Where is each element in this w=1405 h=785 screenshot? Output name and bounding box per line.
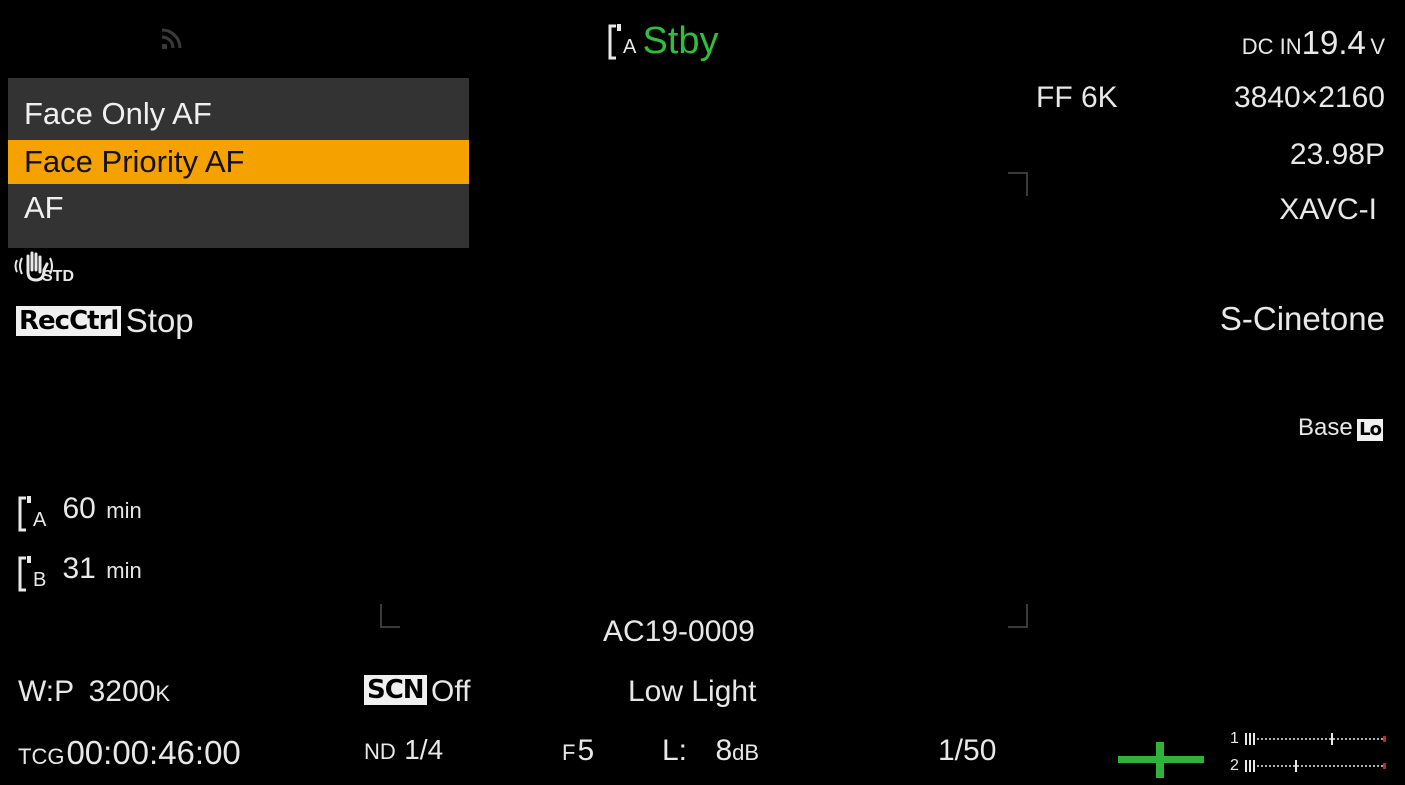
nd-value: 1/4 xyxy=(404,734,444,765)
media-slot-icon: A xyxy=(608,22,638,60)
frame-marker-top-right xyxy=(1008,172,1028,196)
scene-file: SCN Off xyxy=(364,675,471,709)
gain-unit: dB xyxy=(732,740,760,765)
resolution: 3840×2160 xyxy=(1234,81,1385,114)
horizon-level-icon xyxy=(1116,740,1206,785)
power-unit: V xyxy=(1370,34,1385,59)
base-iso: Base Lo xyxy=(1298,414,1383,442)
menu-item-face-only-af[interactable]: Face Only AF xyxy=(8,92,469,136)
menu-item-face-priority-af[interactable]: Face Priority AF xyxy=(8,140,469,184)
media-a-value: 60 xyxy=(62,492,96,525)
gain: L: 8dB xyxy=(662,734,759,768)
menu-item-af[interactable]: AF xyxy=(8,186,469,230)
media-slot-a-icon: A xyxy=(18,495,48,533)
picture-look: S-Cinetone xyxy=(1219,300,1385,337)
gain-value: 8 xyxy=(715,734,733,767)
audio-ch2-bar xyxy=(1245,759,1387,772)
codec: XAVC-I xyxy=(1279,193,1377,226)
rec-ctrl-badge: RecCtrl xyxy=(16,306,122,336)
audio-ch1-label: 1 xyxy=(1230,730,1239,747)
af-mode-menu: Face Only AF Face Priority AF AF xyxy=(8,78,469,248)
media-b-unit: min xyxy=(106,558,142,583)
scene-badge: SCN xyxy=(364,675,427,705)
rec-ctrl-status: RecCtrl Stop xyxy=(16,302,194,340)
timecode-label: TCG xyxy=(18,744,65,769)
base-iso-label: Base xyxy=(1298,414,1353,441)
shutter: 1/50 xyxy=(938,734,997,767)
status-indicator: A Stby xyxy=(608,20,719,63)
audio-ch1-bar xyxy=(1245,732,1387,745)
iris-label: F xyxy=(562,740,576,765)
power-value: 19.4 xyxy=(1301,24,1366,61)
base-iso-badge: Lo xyxy=(1357,419,1383,441)
frame-marker-bottom-right xyxy=(1008,604,1028,628)
scene-mode: Low Light xyxy=(628,675,757,708)
media-b-value: 31 xyxy=(62,552,96,585)
gain-label: L: xyxy=(662,734,688,767)
audio-meter-ch2: 2 xyxy=(1230,757,1388,775)
timecode-value: 00:00:46:00 xyxy=(66,734,241,771)
timecode: TCG00:00:46:00 xyxy=(18,734,241,772)
white-balance-label: W:P xyxy=(18,675,75,708)
power-label: DC IN xyxy=(1241,34,1302,59)
media-b-remaining: B 31 min xyxy=(18,552,142,593)
wifi-signal-icon xyxy=(160,26,186,55)
nd-label: ND xyxy=(364,739,396,764)
hand-shake-icon: STD xyxy=(14,250,84,293)
media-slot-b-letter: B xyxy=(33,568,47,591)
rec-ctrl-value: Stop xyxy=(125,302,194,339)
nd-filter: ND 1/4 xyxy=(364,734,443,766)
media-slot-a-letter: A xyxy=(33,508,47,531)
frame-marker-bottom-left xyxy=(380,604,400,628)
audio-meter-ch1: 1 xyxy=(1230,730,1388,748)
scene-value: Off xyxy=(431,675,471,708)
power-indicator: DC IN19.4 V xyxy=(1242,24,1385,62)
white-balance-unit: K xyxy=(155,681,171,706)
media-slot-letter: A xyxy=(623,36,637,58)
media-a-unit: min xyxy=(106,498,142,523)
media-a-remaining: A 60 min xyxy=(18,492,142,533)
white-balance-value: 3200 xyxy=(88,675,156,708)
imager-mode: FF 6K xyxy=(1036,81,1118,114)
iris-value: 5 xyxy=(577,734,595,767)
record-status: Stby xyxy=(642,20,719,62)
iris: F5 xyxy=(562,734,594,768)
audio-ch2-label: 2 xyxy=(1230,757,1239,774)
frame-rate: 23.98P xyxy=(1289,138,1385,171)
media-slot-b-icon: B xyxy=(18,555,48,593)
white-balance: W:P 3200K xyxy=(18,675,170,709)
clip-name: AC19-0009 xyxy=(603,615,755,648)
stabilizer-label: STD xyxy=(42,268,74,285)
